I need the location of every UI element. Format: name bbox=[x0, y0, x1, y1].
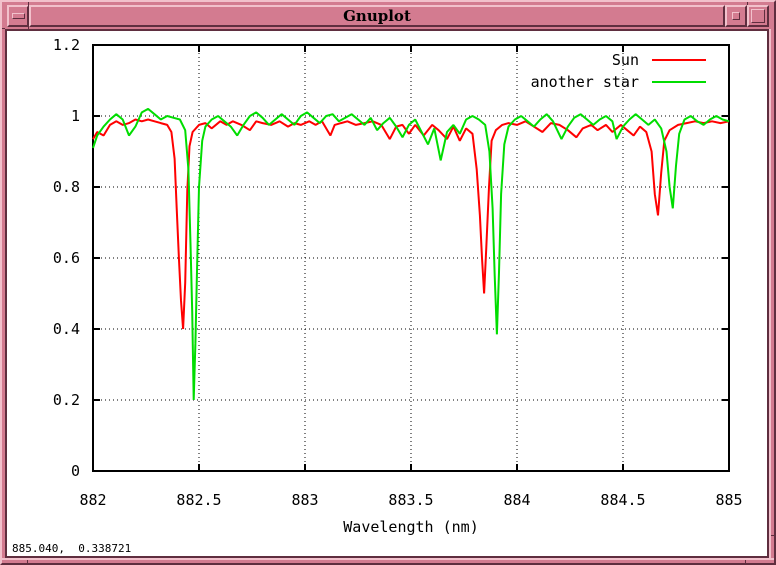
spectrum-plot-canvas[interactable] bbox=[7, 31, 767, 556]
y-tick-label: 0.8 bbox=[52, 178, 80, 196]
mouse-coordinates-readout: 885.040, 0.338721 bbox=[12, 542, 132, 555]
y-tick-label: 0.4 bbox=[52, 320, 80, 338]
frame-highlight bbox=[769, 29, 771, 560]
x-tick-label: 882 bbox=[79, 491, 107, 509]
plot-client-area[interactable]: 882 882.5 883 883.5 884 884.5 885 0 0.2 0.4 0.6 0.8… bbox=[5, 29, 769, 558]
minimize-icon bbox=[732, 12, 740, 20]
frame-joint bbox=[28, 2, 29, 29]
x-axis-title: Wavelength (nm) bbox=[343, 518, 479, 536]
y-tick-label: 0 bbox=[70, 462, 80, 480]
window-menu-icon bbox=[11, 13, 25, 19]
x-tick-label: 884.5 bbox=[600, 491, 646, 509]
legend-label-another-star: another star bbox=[530, 73, 639, 91]
x-tick-label: 883 bbox=[291, 491, 319, 509]
frame-highlight bbox=[2, 558, 774, 560]
y-tick-label: 0.2 bbox=[52, 391, 80, 409]
x-tick-label: 885 bbox=[715, 491, 743, 509]
x-tick-label: 884 bbox=[503, 491, 531, 509]
legend-entry-sun: Sun bbox=[612, 51, 706, 69]
legend-label-sun: Sun bbox=[611, 51, 639, 69]
maximize-icon bbox=[751, 9, 765, 23]
window-menu-button[interactable] bbox=[7, 5, 29, 27]
y-tick-label: 0.6 bbox=[52, 249, 80, 267]
legend-entry-another-star: another star bbox=[531, 73, 706, 91]
window-title: Gnuplot bbox=[343, 7, 411, 25]
titlebar[interactable]: Gnuplot bbox=[7, 5, 769, 27]
y-tick-label: 1.2 bbox=[52, 36, 80, 54]
y-tick-label: 1 bbox=[70, 107, 80, 125]
frame-joint bbox=[747, 2, 748, 5]
x-tick-label: 883.5 bbox=[388, 491, 434, 509]
frame-joint bbox=[771, 535, 774, 536]
legend-line-sample-another-star bbox=[652, 81, 706, 83]
gnuplot-window: Gnuplot 882 882.5 883 883.5 884 884.5 885 0 0.2 0… bbox=[0, 0, 776, 565]
titlebar-drag-area[interactable]: Gnuplot bbox=[29, 5, 725, 27]
legend-line-sample-sun bbox=[652, 59, 706, 61]
maximize-button[interactable] bbox=[747, 5, 769, 27]
x-tick-label: 882.5 bbox=[176, 491, 222, 509]
minimize-button[interactable] bbox=[725, 5, 747, 27]
